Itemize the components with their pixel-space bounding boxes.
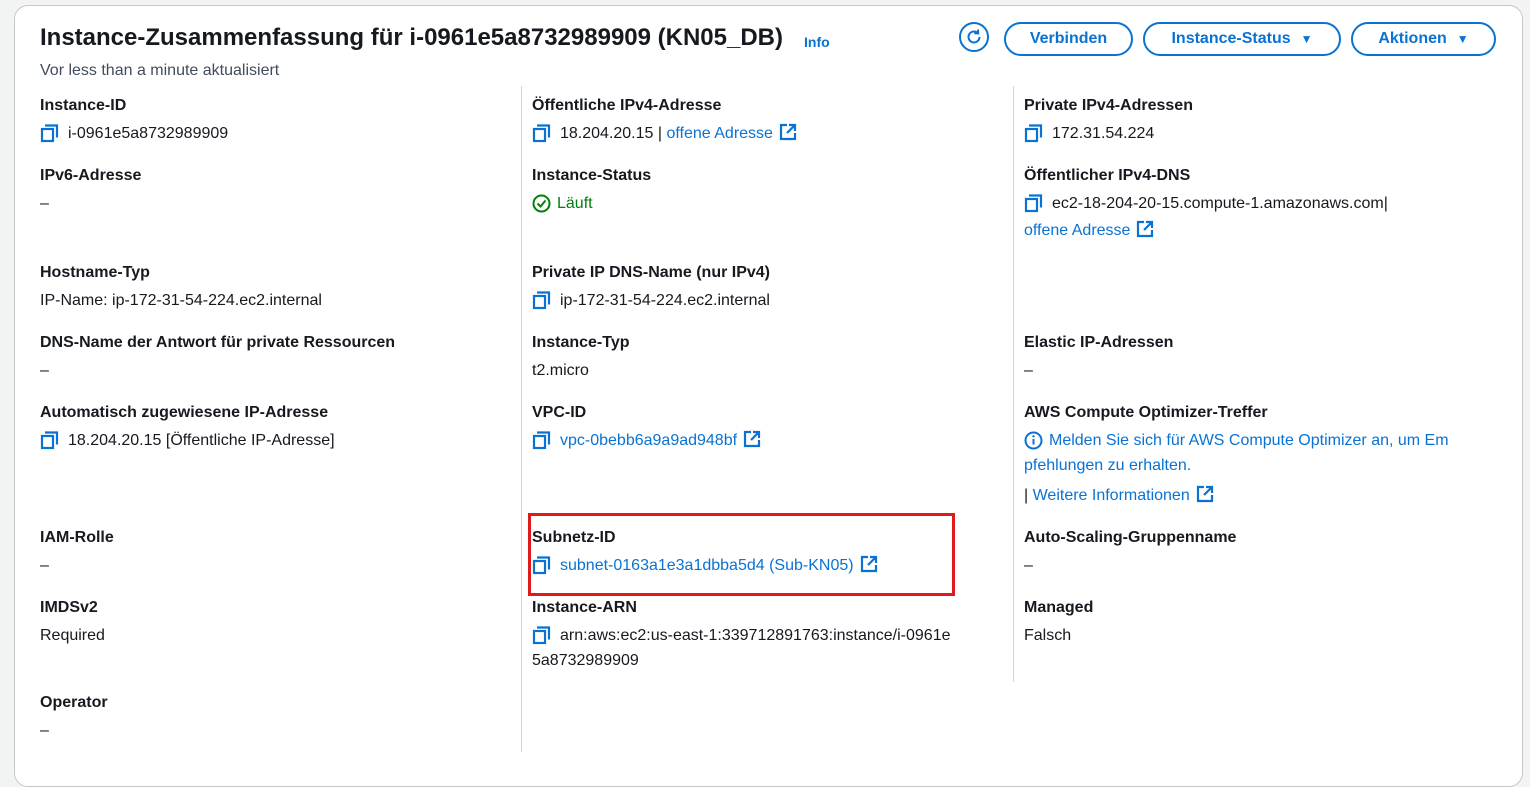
field-asg-name: Auto-Scaling-Gruppenname – <box>1024 528 1236 578</box>
field-ipv6: IPv6-Adresse – <box>40 166 141 216</box>
field-instance-id: Instance-ID i-0961e5a8732989909 <box>40 96 228 146</box>
field-value: – <box>1024 362 1033 379</box>
field-value: – <box>40 722 49 739</box>
field-label: Managed <box>1024 599 1094 616</box>
check-circle-icon <box>532 194 551 213</box>
field-iam-role: IAM-Rolle – <box>40 528 114 578</box>
copy-icon[interactable] <box>1024 124 1043 143</box>
open-address-link[interactable]: offene Adresse <box>1024 222 1130 239</box>
field-public-dns: Öffentlicher IPv4-DNS ec2-18-204-20-15.c… <box>1024 166 1388 243</box>
copy-icon[interactable] <box>1024 194 1043 213</box>
field-label: Instance-ID <box>40 97 127 114</box>
copy-icon[interactable] <box>532 431 551 450</box>
subnet-highlight-box <box>528 513 955 596</box>
field-label: Öffentliche IPv4-Adresse <box>532 97 722 114</box>
field-hostname-type: Hostname-Typ IP-Name: ip-172-31-54-224.e… <box>40 263 322 313</box>
field-value: 18.204.20.15 <box>560 125 654 142</box>
field-vpc-id: VPC-ID vpc-0bebb6a9a9ad948bf <box>532 403 761 453</box>
more-info-link[interactable]: Weitere Informationen <box>1033 487 1190 504</box>
field-label: Operator <box>40 694 108 711</box>
external-link-icon[interactable] <box>1196 485 1214 503</box>
refresh-button[interactable] <box>959 22 989 52</box>
instance-state-button-label: Instance-Status <box>1171 30 1291 47</box>
optimizer-link[interactable]: Melden Sie sich für AWS Compute Optimize… <box>1049 428 1449 453</box>
field-label: Private IP DNS-Name (nur IPv4) <box>532 264 771 281</box>
copy-icon[interactable] <box>532 291 551 310</box>
field-auto-ip: Automatisch zugewiesene IP-Adresse 18.20… <box>40 403 335 453</box>
field-label: IAM-Rolle <box>40 529 114 546</box>
field-label: Automatisch zugewiesene IP-Adresse <box>40 404 329 421</box>
field-instance-type: Instance-Typ t2.micro <box>532 333 630 383</box>
field-label: IMDSv2 <box>40 599 98 616</box>
field-label: IPv6-Adresse <box>40 167 142 184</box>
field-value: ec2-18-204-20-15.compute-1.amazonaws.com <box>1052 195 1384 212</box>
copy-icon[interactable] <box>40 431 59 450</box>
info-circle-icon <box>1024 431 1043 450</box>
field-label: Instance-Status <box>532 167 652 184</box>
separator: | <box>657 125 663 142</box>
refresh-icon <box>967 29 981 44</box>
field-value: – <box>40 362 49 379</box>
field-optimizer: AWS Compute Optimizer-Treffer Melden Sie… <box>1024 403 1449 508</box>
instance-state-button[interactable]: Instance-Status ▼ <box>1143 22 1341 56</box>
open-address-link[interactable]: offene Adresse <box>666 125 772 142</box>
field-label: Instance-Typ <box>532 334 630 351</box>
field-value: Required <box>40 627 105 644</box>
field-private-ipv4: Private IPv4-Adressen 172.31.54.224 <box>1024 96 1193 146</box>
field-label: DNS-Name der Antwort für private Ressour… <box>40 334 396 351</box>
column-divider <box>521 86 522 752</box>
last-updated-text: Vor less than a minute aktualisiert <box>40 62 280 79</box>
field-operator: Operator – <box>40 693 108 743</box>
field-instance-state: Instance-Status Läuft <box>532 166 651 216</box>
connect-button-label: Verbinden <box>1029 30 1108 47</box>
field-value: 172.31.54.224 <box>1052 125 1155 142</box>
connect-button[interactable]: Verbinden <box>1004 22 1133 56</box>
field-value: Falsch <box>1024 627 1072 644</box>
caret-down-icon: ▼ <box>1300 32 1313 46</box>
field-value: – <box>1024 557 1033 574</box>
caret-down-icon: ▼ <box>1456 32 1469 46</box>
field-public-ipv4: Öffentliche IPv4-Adresse 18.204.20.15 | … <box>532 96 797 146</box>
field-value: t2.micro <box>532 362 589 379</box>
separator: | <box>1024 487 1029 504</box>
field-label: Hostname-Typ <box>40 264 150 281</box>
field-value-cont: 5a8732989909 <box>532 652 639 669</box>
page-title: Instance-Zusammenfassung für i-0961e5a87… <box>40 24 784 51</box>
field-value: i-0961e5a8732989909 <box>68 125 229 142</box>
copy-icon[interactable] <box>532 626 551 645</box>
field-value: IP-Name: ip-172-31-54-224.ec2.internal <box>40 292 322 309</box>
field-answer-dns: DNS-Name der Antwort für private Ressour… <box>40 333 395 383</box>
field-private-dns: Private IP DNS-Name (nur IPv4) ip-172-31… <box>532 263 770 313</box>
field-label: Instance-ARN <box>532 599 637 616</box>
info-link[interactable]: Info <box>804 34 830 50</box>
field-label: VPC-ID <box>532 404 587 421</box>
external-link-icon[interactable] <box>1136 220 1154 238</box>
separator: | <box>1383 195 1388 212</box>
field-elastic-ip: Elastic IP-Adressen – <box>1024 333 1173 383</box>
field-value: – <box>40 195 49 212</box>
copy-icon[interactable] <box>40 124 59 143</box>
optimizer-link-cont[interactable]: pfehlungen zu erhalten. <box>1024 453 1449 478</box>
field-label: Elastic IP-Adressen <box>1024 334 1174 351</box>
vpc-link[interactable]: vpc-0bebb6a9a9ad948bf <box>560 432 737 449</box>
field-imdsv2: IMDSv2 Required <box>40 598 105 648</box>
field-value: – <box>40 557 49 574</box>
field-label: AWS Compute Optimizer-Treffer <box>1024 404 1268 421</box>
actions-button[interactable]: Aktionen ▼ <box>1351 22 1496 56</box>
field-instance-arn: Instance-ARN arn:aws:ec2:us-east-1:33971… <box>532 598 951 673</box>
field-value: arn:aws:ec2:us-east-1:339712891763:insta… <box>560 627 951 644</box>
field-value: 18.204.20.15 [Öffentliche IP-Adresse] <box>68 432 335 449</box>
actions-button-label: Aktionen <box>1378 30 1447 47</box>
copy-icon[interactable] <box>532 124 551 143</box>
field-label: Auto-Scaling-Gruppenname <box>1024 529 1237 546</box>
field-managed: Managed Falsch <box>1024 598 1093 648</box>
field-label: Öffentlicher IPv4-DNS <box>1024 167 1191 184</box>
status-text: Läuft <box>557 195 593 212</box>
external-link-icon[interactable] <box>743 430 761 448</box>
external-link-icon[interactable] <box>779 123 797 141</box>
field-label: Private IPv4-Adressen <box>1024 97 1193 114</box>
column-divider <box>1013 86 1014 682</box>
field-value: ip-172-31-54-224.ec2.internal <box>560 292 770 309</box>
